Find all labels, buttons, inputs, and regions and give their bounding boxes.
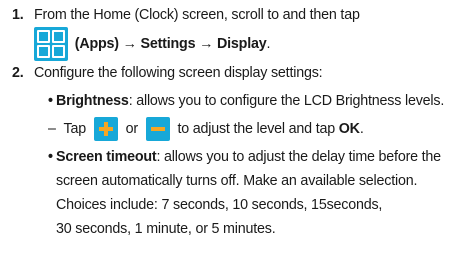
or-text: or xyxy=(125,121,139,137)
brightness-instruction-line: – Tap or to adjust the level and tap OK. xyxy=(48,116,364,142)
timeout-line-2: screen automatically turns off. Make an … xyxy=(56,173,418,189)
brightness-end: . xyxy=(359,121,364,137)
timeout-line-1: Screen timeout: allows you to adjust the… xyxy=(56,147,441,168)
display-label: Display xyxy=(217,36,267,52)
tap-text: Tap xyxy=(63,121,87,137)
apps-grid-icon xyxy=(34,27,68,62)
step-1-number: 1. xyxy=(12,7,24,23)
plus-icon xyxy=(93,117,118,142)
step-1-line-1: From the Home (Clock) screen, scroll to … xyxy=(34,5,360,26)
step-2-number: 2. xyxy=(12,65,24,81)
bullet-icon: • xyxy=(48,93,53,109)
timeout-line-3: Choices include: 7 seconds, 10 seconds, … xyxy=(56,197,383,213)
brightness-line: Brightness: allows you to configure the … xyxy=(56,91,444,112)
apps-label: (Apps) xyxy=(74,36,119,52)
arrow-icon: → xyxy=(122,36,137,52)
brightness-desc: : allows you to configure the LCD Bright… xyxy=(128,93,445,109)
timeout-line-4: 30 seconds, 1 minute, or 5 minutes. xyxy=(56,221,276,237)
step-1-line-2: (Apps) → Settings → Display. xyxy=(34,27,271,62)
arrow-icon: → xyxy=(199,36,214,52)
ok-label: OK xyxy=(338,121,360,137)
adjust-text: to adjust the level and tap xyxy=(177,121,335,137)
dash: – xyxy=(48,121,56,137)
minus-icon xyxy=(145,117,170,142)
timeout-desc: : allows you to adjust the delay time be… xyxy=(156,149,441,165)
timeout-term: Screen timeout xyxy=(56,149,157,165)
instruction-document: 1. From the Home (Clock) screen, scroll … xyxy=(0,0,474,267)
step-2-line-1: Configure the following screen display s… xyxy=(34,63,323,84)
brightness-term: Brightness xyxy=(56,93,129,109)
step-1-end: . xyxy=(266,36,271,52)
bullet-icon: • xyxy=(48,149,53,165)
settings-label: Settings xyxy=(140,36,196,52)
step-2-text: Configure the following screen display s… xyxy=(34,65,323,81)
step-1-text: From the Home (Clock) screen, scroll to … xyxy=(34,7,360,23)
